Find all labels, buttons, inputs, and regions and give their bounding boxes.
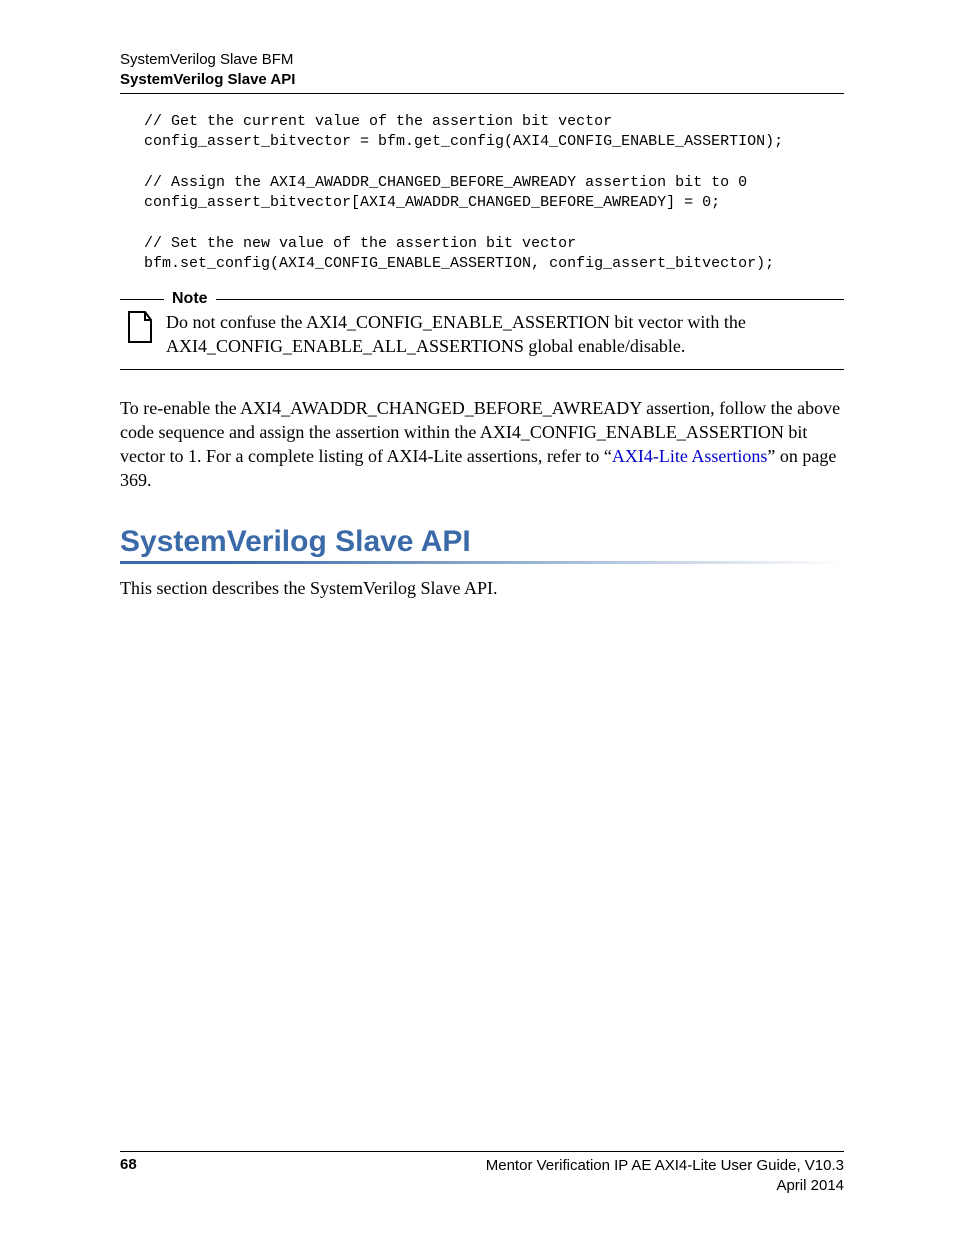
footer-date: April 2014 [486, 1176, 844, 1196]
note-box: Note Do not confuse the AXI4_CONFIG_ENAB… [120, 290, 844, 370]
note-text: Do not confuse the AXI4_CONFIG_ENABLE_AS… [166, 310, 844, 359]
section-heading: SystemVerilog Slave API [120, 525, 844, 559]
footer-row: 68 Mentor Verification IP AE AXI4-Lite U… [120, 1156, 844, 1195]
footer-right: Mentor Verification IP AE AXI4-Lite User… [486, 1156, 844, 1195]
code-line: config_assert_bitvector = bfm.get_config… [144, 133, 783, 150]
header-line-1: SystemVerilog Slave BFM [120, 50, 844, 70]
running-header: SystemVerilog Slave BFM SystemVerilog Sl… [120, 50, 844, 89]
code-line: config_assert_bitvector[AXI4_AWADDR_CHAN… [144, 194, 720, 211]
note-label: Note [172, 290, 208, 308]
code-block: // Get the current value of the assertio… [144, 112, 844, 274]
section-intro: This section describes the SystemVerilog… [120, 576, 844, 600]
link-axi4-lite-assertions[interactable]: AXI4-Lite Assertions [612, 446, 767, 466]
code-line: // Assign the AXI4_AWADDR_CHANGED_BEFORE… [144, 174, 747, 191]
note-rule-right [216, 299, 844, 300]
note-header: Note [120, 290, 844, 308]
page-number: 68 [120, 1156, 137, 1195]
code-line: bfm.set_config(AXI4_CONFIG_ENABLE_ASSERT… [144, 255, 774, 272]
note-body: Do not confuse the AXI4_CONFIG_ENABLE_AS… [120, 310, 844, 359]
footer-title: Mentor Verification IP AE AXI4-Lite User… [486, 1156, 844, 1176]
note-rule-left [120, 299, 164, 300]
note-icon [126, 310, 154, 344]
body-paragraph: To re-enable the AXI4_AWADDR_CHANGED_BEF… [120, 396, 844, 493]
footer: 68 Mentor Verification IP AE AXI4-Lite U… [120, 1143, 844, 1195]
code-line: // Get the current value of the assertio… [144, 113, 612, 130]
page: SystemVerilog Slave BFM SystemVerilog Sl… [0, 0, 954, 1235]
header-rule [120, 93, 844, 94]
header-line-2: SystemVerilog Slave API [120, 70, 844, 90]
code-line: // Set the new value of the assertion bi… [144, 235, 576, 252]
heading-underline [120, 561, 844, 564]
footer-rule [120, 1151, 844, 1152]
